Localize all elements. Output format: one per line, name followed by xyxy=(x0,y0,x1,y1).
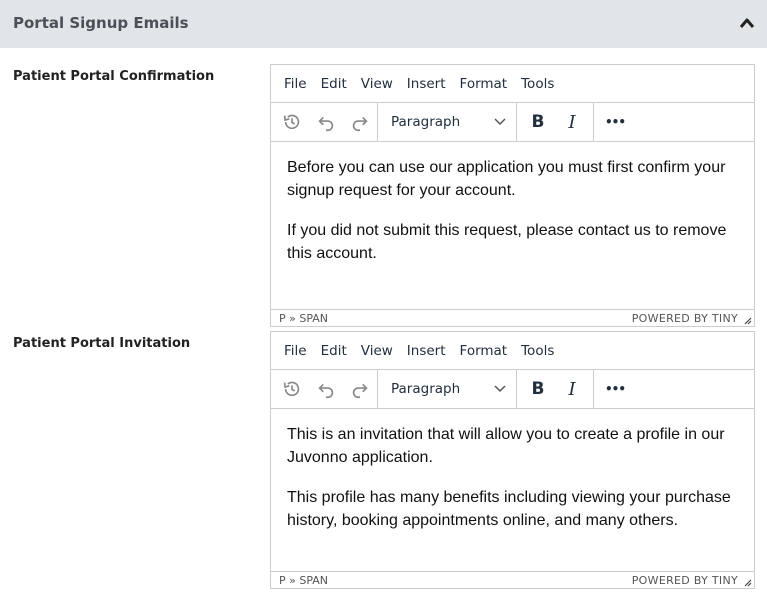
resize-handle-icon[interactable] xyxy=(742,315,752,325)
field-label-invitation: Patient Portal Invitation xyxy=(13,336,191,351)
history-icon xyxy=(283,381,300,397)
menu-insert[interactable]: Insert xyxy=(400,76,453,92)
italic-button[interactable]: I xyxy=(555,370,589,408)
menu-file[interactable]: File xyxy=(277,76,314,92)
menu-tools[interactable]: Tools xyxy=(514,343,561,359)
field-label-confirmation: Patient Portal Confirmation xyxy=(13,69,215,84)
powered-by-link[interactable]: POWERED BY TINY xyxy=(632,312,738,325)
powered-by-link[interactable]: POWERED BY TINY xyxy=(632,574,738,587)
redo-button[interactable] xyxy=(343,370,377,408)
redo-button[interactable] xyxy=(343,103,377,141)
chevron-down-icon xyxy=(494,385,506,393)
menu-edit[interactable]: Edit xyxy=(314,343,354,359)
bold-button[interactable]: B xyxy=(521,370,555,408)
history-icon xyxy=(283,114,300,130)
element-path[interactable]: P » SPAN xyxy=(279,574,328,587)
editor-statusbar: P » SPAN POWERED BY TINY xyxy=(271,571,754,589)
block-format-select[interactable]: Paragraph xyxy=(378,103,516,141)
menu-edit[interactable]: Edit xyxy=(314,76,354,92)
paragraph: This profile has many benefits including… xyxy=(287,489,731,529)
undo-button[interactable] xyxy=(309,103,343,141)
element-path[interactable]: P » SPAN xyxy=(279,312,328,325)
menu-format[interactable]: Format xyxy=(453,343,515,359)
redo-icon xyxy=(352,116,368,132)
menu-tools[interactable]: Tools xyxy=(514,76,561,92)
history-button[interactable] xyxy=(275,103,309,141)
rich-text-editor-invitation: File Edit View Insert Format Tools Parag… xyxy=(270,331,755,589)
chevron-down-icon xyxy=(494,118,506,126)
editor-content[interactable]: Before you can use our application you m… xyxy=(271,142,754,309)
undo-icon xyxy=(318,383,334,399)
history-button[interactable] xyxy=(275,370,309,408)
editor-toolbar: Paragraph B I ••• xyxy=(271,370,754,409)
menu-view[interactable]: View xyxy=(354,343,400,359)
rich-text-editor-confirmation: File Edit View Insert Format Tools Parag… xyxy=(270,64,755,327)
block-format-value: Paragraph xyxy=(391,381,461,397)
more-button[interactable]: ••• xyxy=(598,370,632,408)
bold-button[interactable]: B xyxy=(521,103,555,141)
paragraph: Before you can use our application you m… xyxy=(287,159,726,199)
menu-insert[interactable]: Insert xyxy=(400,343,453,359)
chevron-up-icon[interactable] xyxy=(739,17,755,29)
undo-button[interactable] xyxy=(309,370,343,408)
menu-format[interactable]: Format xyxy=(453,76,515,92)
resize-handle-icon[interactable] xyxy=(742,577,752,587)
editor-menubar: File Edit View Insert Format Tools xyxy=(271,332,754,370)
section-title: Portal Signup Emails xyxy=(13,14,189,32)
paragraph: This is an invitation that will allow yo… xyxy=(287,426,725,466)
italic-button[interactable]: I xyxy=(555,103,589,141)
block-format-select[interactable]: Paragraph xyxy=(378,370,516,408)
menu-view[interactable]: View xyxy=(354,76,400,92)
undo-icon xyxy=(318,116,334,132)
editor-statusbar: P » SPAN POWERED BY TINY xyxy=(271,309,754,327)
paragraph: If you did not submit this request, plea… xyxy=(287,222,727,262)
block-format-value: Paragraph xyxy=(391,114,461,130)
menu-file[interactable]: File xyxy=(277,343,314,359)
editor-menubar: File Edit View Insert Format Tools xyxy=(271,65,754,103)
section-header[interactable]: Portal Signup Emails xyxy=(0,0,767,48)
more-button[interactable]: ••• xyxy=(598,103,632,141)
redo-icon xyxy=(352,383,368,399)
editor-content[interactable]: This is an invitation that will allow yo… xyxy=(271,409,754,571)
editor-toolbar: Paragraph B I ••• xyxy=(271,103,754,142)
